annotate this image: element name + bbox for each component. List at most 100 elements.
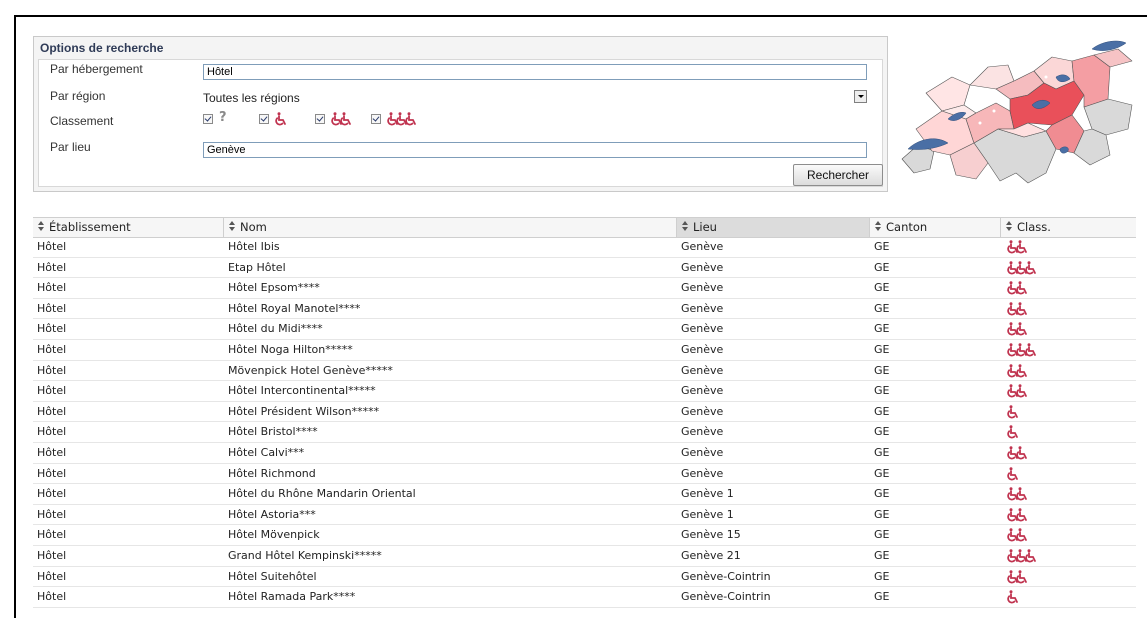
rating-label: Classement [50, 114, 114, 128]
accommodation-label: Par hébergement [50, 62, 143, 76]
cell-name: Hôtel Noga Hilton***** [228, 343, 353, 356]
cell-name: Hôtel Bristol**** [228, 425, 318, 439]
cell-place: Genève [681, 322, 724, 336]
rating-checkbox-2[interactable] [259, 114, 269, 124]
column-header-canton[interactable]: Canton [870, 218, 1000, 237]
lake-constance [1091, 40, 1127, 51]
cell-place: Genève [681, 301, 724, 315]
table-row[interactable]: Hôtel Hôtel Bristol**** Genève GE [33, 422, 1136, 443]
cell-establishment: Hôtel [37, 404, 67, 418]
column-header-establishment[interactable]: Établissement [33, 218, 223, 237]
table-row[interactable]: Hôtel Grand Hôtel Kempinski***** Genève 21… [33, 546, 1136, 567]
wheelchair-rating-2-icon [1001, 319, 1136, 339]
sort-icon [681, 221, 690, 232]
cell-canton: GE [874, 446, 890, 459]
cell-establishment: Hôtel [37, 549, 67, 562]
chevron-down-icon[interactable] [854, 90, 867, 103]
table-row[interactable]: Hôtel Hôtel Royal Manotel**** Genève GE [33, 299, 1136, 320]
rating-checkbox-4[interactable] [371, 114, 381, 124]
cell-establishment: Hôtel [37, 260, 67, 274]
cell-name: Etap Hôtel [228, 260, 286, 274]
map-region-south [973, 128, 1057, 184]
wheelchair-rating-2-icon [1001, 381, 1136, 401]
rating-checkbox-3[interactable] [315, 114, 325, 124]
table-row[interactable]: Hôtel Hôtel Suitehôtel Genève-Cointrin GE [33, 567, 1136, 588]
column-header-class[interactable]: Class. [1001, 218, 1136, 237]
cell-name: Hôtel Epsom**** [228, 281, 320, 295]
table-row[interactable]: Hôtel Etap Hôtel Genève GE [33, 258, 1136, 279]
wheelchair-rating-2-icon [1001, 443, 1136, 463]
cell-name: Mövenpick Hotel Genève***** [228, 363, 393, 377]
cell-place: Genève [681, 466, 724, 480]
panel-title: Options de recherche [40, 41, 164, 55]
search-options-panel: Options de recherche Par hébergement Hôt… [33, 36, 888, 192]
cell-canton: GE [874, 569, 890, 583]
cell-name: Hôtel du Midi**** [228, 322, 323, 336]
cell-place: Genève [681, 363, 724, 377]
cell-canton: GE [874, 549, 890, 562]
cell-name: Hôtel Intercontinental***** [228, 384, 376, 398]
wheelchair-rating-2-icon [1001, 361, 1136, 381]
accommodation-input[interactable]: Hôtel [203, 64, 867, 80]
wheelchair-rating-2-icon [1001, 567, 1136, 587]
cell-place: Genève 1 [681, 487, 734, 501]
wheelchair-rating-3-icon [1001, 258, 1136, 278]
cell-name: Hôtel Richmond [228, 466, 316, 480]
region-select[interactable]: Toutes les régions [203, 89, 867, 107]
table-row[interactable]: Hôtel Hôtel Calvi*** Genève GE [33, 443, 1136, 464]
wheelchair-rating-2-icon [1001, 278, 1136, 298]
cell-establishment: Hôtel [37, 322, 67, 336]
wheelchair-rating-3-icon [1001, 340, 1136, 360]
wheelchair-rating-1-icon [1001, 464, 1136, 484]
table-row[interactable]: Hôtel Hôtel Noga Hilton***** Genève GE [33, 340, 1136, 361]
cell-place: Genève-Cointrin [681, 590, 771, 604]
rating-checkbox-1[interactable] [203, 114, 213, 124]
cell-canton: GE [874, 528, 890, 542]
cell-name: Hôtel du Rhône Mandarin Oriental [228, 487, 416, 501]
cell-establishment: Hôtel [37, 425, 67, 439]
table-row[interactable]: Hôtel Hôtel du Rhône Mandarin Oriental Gen… [33, 484, 1136, 505]
cell-place: Genève [681, 425, 724, 439]
results-table-header: Établissement Nom Lieu Canton Class. [33, 217, 1136, 238]
column-header-name[interactable]: Nom [224, 218, 676, 237]
cell-name: Hôtel Président Wilson***** [228, 404, 380, 418]
table-row[interactable]: Hôtel Hôtel du Midi**** Genève GE [33, 319, 1136, 340]
column-header-place[interactable]: Lieu [677, 218, 869, 237]
table-row[interactable]: Hôtel Hôtel Epsom**** Genève GE [33, 278, 1136, 299]
cell-place: Genève [681, 240, 724, 253]
search-button[interactable]: Rechercher [793, 164, 883, 186]
cell-canton: GE [874, 322, 890, 336]
table-row[interactable]: Hôtel Mövenpick Hotel Genève***** Genève GE [33, 361, 1136, 382]
cell-establishment: Hôtel [37, 281, 67, 295]
table-row[interactable]: Hôtel Hôtel Ramada Park**** Genève-Cointri… [33, 587, 1136, 608]
wheelchair-three-icon [386, 112, 417, 129]
cell-establishment: Hôtel [37, 528, 67, 542]
table-row[interactable]: Hôtel Hôtel Mövenpick Genève 15 GE [33, 525, 1136, 546]
table-row[interactable]: Hôtel Hôtel Président Wilson***** Genève GE [33, 402, 1136, 423]
cell-name: Hôtel Royal Manotel**** [228, 301, 361, 315]
cell-canton: GE [874, 343, 890, 356]
cell-place: Genève [681, 446, 724, 459]
sort-icon [874, 221, 883, 232]
cell-place: Genève [681, 260, 724, 274]
cell-canton: GE [874, 363, 890, 377]
cell-name: Hôtel Ramada Park**** [228, 590, 356, 604]
cell-establishment: Hôtel [37, 507, 67, 521]
cell-establishment: Hôtel [37, 590, 67, 604]
table-row[interactable]: Hôtel Hôtel Astoria*** Genève 1 GE [33, 505, 1136, 526]
table-row[interactable]: Hôtel Hôtel Intercontinental***** Genève GE [33, 381, 1136, 402]
cell-name: Hôtel Ibis [228, 240, 280, 253]
table-row[interactable]: Hôtel Hôtel Richmond Genève GE [33, 464, 1136, 485]
place-label: Par lieu [50, 140, 91, 154]
rating-options: ? [203, 110, 443, 130]
cell-canton: GE [874, 507, 890, 521]
wheelchair-rating-2-icon [1001, 505, 1136, 525]
switzerland-canton-map[interactable] [896, 33, 1136, 203]
cell-place: Genève-Cointrin [681, 569, 771, 583]
cell-name: Grand Hôtel Kempinski***** [228, 549, 382, 562]
place-input[interactable]: Genève [203, 142, 867, 158]
table-row[interactable]: Hôtel Hôtel Ibis Genève GE [33, 237, 1136, 258]
cell-name: Hôtel Suitehôtel [228, 569, 317, 583]
cell-canton: GE [874, 281, 890, 295]
cell-establishment: Hôtel [37, 384, 67, 398]
